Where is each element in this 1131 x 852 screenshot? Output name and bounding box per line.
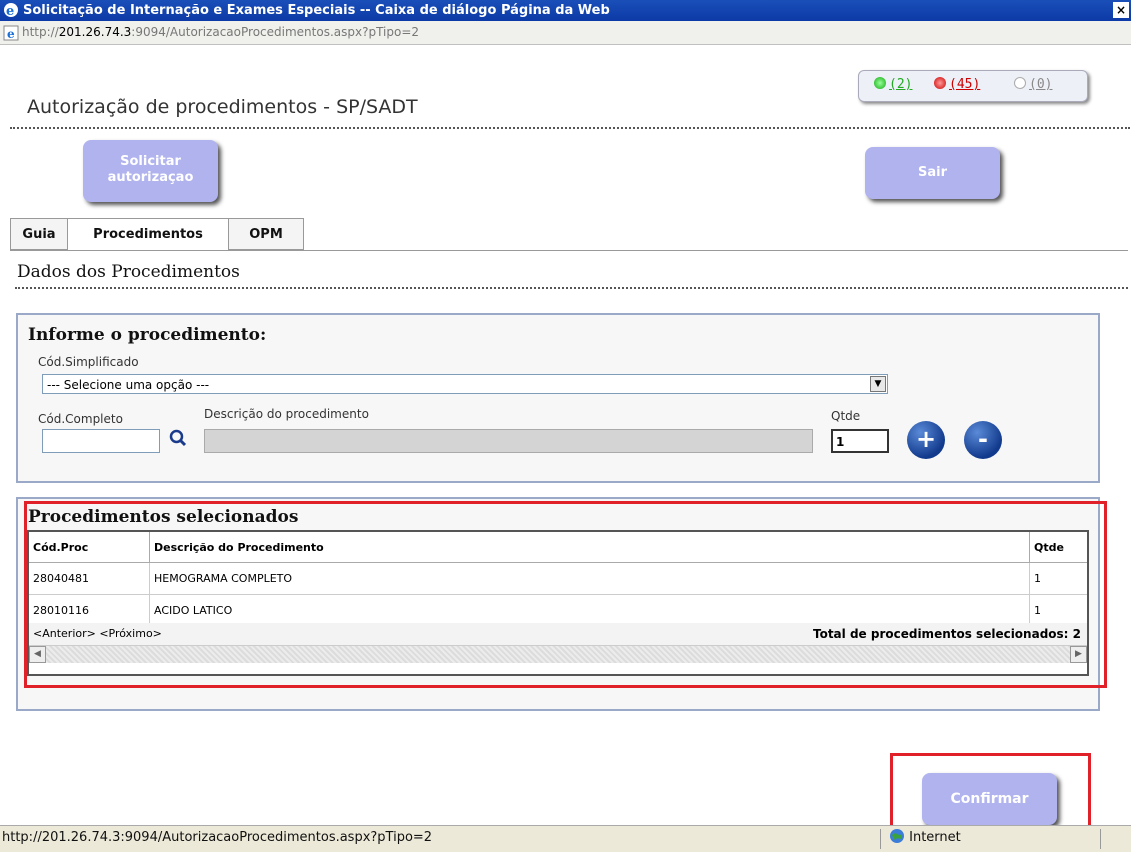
indicator-green-link[interactable]: (2) bbox=[889, 77, 912, 92]
url-prefix: http:// bbox=[22, 25, 59, 39]
address-url: http://201.26.74.3:9094/AutorizacaoProce… bbox=[22, 21, 419, 44]
sair-button[interactable]: Sair bbox=[865, 147, 1000, 199]
gray-bulb-icon bbox=[1014, 77, 1026, 89]
indicator-red[interactable]: (45) bbox=[934, 77, 980, 92]
window-titlebar: e Solicitação de Internação e Exames Esp… bbox=[0, 0, 1131, 21]
dropdown-arrow-icon[interactable]: ▼ bbox=[870, 376, 886, 392]
qtde-input[interactable]: 1 bbox=[831, 429, 889, 453]
form-heading: Informe o procedimento: bbox=[28, 325, 267, 345]
indicator-gray-link[interactable]: (0) bbox=[1029, 77, 1052, 92]
globe-icon bbox=[890, 829, 904, 843]
svg-text:e: e bbox=[6, 4, 14, 18]
window-title: Solicitação de Internação e Exames Espec… bbox=[23, 3, 610, 18]
title-divider bbox=[10, 127, 1130, 129]
page-title: Autorização de procedimentos - SP/SADT bbox=[27, 96, 418, 118]
svg-text:e: e bbox=[7, 27, 15, 41]
cod-completo-input[interactable] bbox=[42, 429, 160, 453]
search-icon[interactable] bbox=[169, 429, 187, 447]
red-bulb-icon bbox=[934, 77, 946, 89]
ie-logo-icon: e bbox=[4, 3, 18, 18]
add-procedure-button[interactable]: + bbox=[907, 421, 945, 459]
status-url: http://201.26.74.3:9094/AutorizacaoProce… bbox=[2, 830, 433, 845]
solicitar-label-2: autorizaçao bbox=[107, 170, 194, 185]
qtde-label: Qtde bbox=[831, 409, 861, 423]
zone-label: Internet bbox=[909, 830, 961, 845]
cod-simplificado-label: Cód.Simplificado bbox=[38, 355, 139, 369]
status-indicators: (2) (45) (0) bbox=[858, 70, 1088, 102]
indicator-green[interactable]: (2) bbox=[874, 77, 912, 92]
tab-procedimentos[interactable]: Procedimentos bbox=[67, 218, 229, 250]
security-zone: Internet bbox=[889, 826, 961, 850]
remove-procedure-button[interactable]: - bbox=[964, 421, 1002, 459]
descricao-label: Descrição do procedimento bbox=[204, 407, 369, 421]
status-bar: http://201.26.74.3:9094/AutorizacaoProce… bbox=[0, 825, 1131, 852]
url-host: 201.26.74.3 bbox=[58, 25, 132, 39]
green-bulb-icon bbox=[874, 77, 886, 89]
solicitar-autorizacao-button[interactable]: Solicitar autorizaçao bbox=[83, 140, 218, 202]
indicator-gray[interactable]: (0) bbox=[1014, 77, 1052, 92]
cod-simplificado-select[interactable]: --- Selecione uma opção --- ▼ bbox=[42, 374, 888, 394]
highlight-box-grid bbox=[24, 501, 1107, 688]
solicitar-label-1: Solicitar bbox=[120, 154, 181, 169]
descricao-input bbox=[204, 429, 813, 453]
tab-underline bbox=[10, 250, 1128, 251]
section-title: Dados dos Procedimentos bbox=[17, 262, 240, 282]
select-value: --- Selecione uma opção --- bbox=[47, 378, 210, 392]
status-divider-2 bbox=[1100, 829, 1101, 849]
tab-opm[interactable]: OPM bbox=[228, 218, 304, 250]
close-window-button[interactable]: × bbox=[1113, 2, 1129, 18]
status-divider bbox=[880, 829, 881, 849]
cod-completo-label: Cód.Completo bbox=[38, 412, 123, 426]
url-rest: :9094/AutorizacaoProcedimentos.aspx?pTip… bbox=[131, 25, 420, 39]
section-divider bbox=[15, 287, 1128, 289]
address-bar: e http://201.26.74.3:9094/AutorizacaoPro… bbox=[0, 21, 1131, 45]
page-icon: e bbox=[3, 25, 19, 41]
indicator-red-link[interactable]: (45) bbox=[949, 77, 980, 92]
tab-guia[interactable]: Guia bbox=[10, 218, 68, 250]
procedure-form-panel: Informe o procedimento: Cód.Simplificado… bbox=[16, 313, 1100, 483]
